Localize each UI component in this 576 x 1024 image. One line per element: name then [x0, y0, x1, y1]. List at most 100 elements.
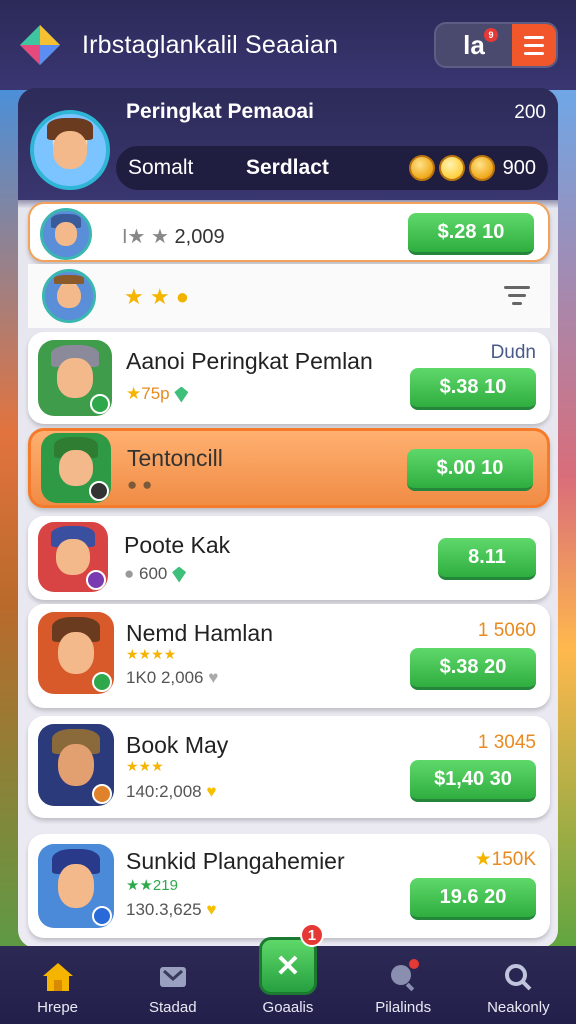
coin-icon: ●	[142, 475, 153, 494]
row-score: 130.3,625	[126, 900, 202, 919]
list-item[interactable]: ★ ★ ●	[28, 264, 550, 328]
coin-icon	[408, 155, 435, 181]
avatar-hair	[53, 274, 85, 284]
price-button[interactable]: $.28 10	[408, 213, 534, 255]
row-points: 1 5060	[477, 620, 536, 641]
row-stats: 140:2,008 ♥	[126, 782, 216, 802]
rank-badge-icon	[86, 570, 106, 590]
player-name: Nemd Hamlan	[126, 620, 273, 646]
leaderboard-panel: Peringkat Pemaoai 200 Somalt Serdlact 90…	[18, 88, 558, 948]
player-name: Sunkid Plangahemier	[126, 848, 345, 874]
row-avatar	[41, 433, 111, 503]
star-icon: ★	[149, 284, 170, 309]
player-avatar[interactable]	[30, 110, 110, 190]
rank-badge-icon	[89, 481, 109, 501]
nav-label: Goaalis	[262, 999, 314, 1016]
avatar-face	[57, 631, 95, 675]
row-avatar	[42, 269, 96, 323]
list-item[interactable]: Sunkid Plangahemier ★150K ★★219 130.3,62…	[28, 834, 550, 938]
coin-icon: ●	[175, 284, 190, 309]
avatar-face	[59, 449, 93, 487]
row-stats: I★ ★ 2,009	[122, 224, 225, 249]
player-name: Aanoi Peringkat Pemlan	[126, 348, 373, 374]
avatar-face	[57, 358, 93, 398]
menu-button[interactable]	[512, 24, 556, 66]
row-avatar	[40, 208, 92, 260]
heart-icon: ♥	[206, 900, 217, 919]
row-stars: ★★★	[126, 758, 164, 775]
row-points-value: 150K	[491, 849, 536, 870]
star-icon: ★	[126, 384, 142, 403]
app-logo-icon	[18, 23, 62, 67]
list-item[interactable]: Poote Kak ● 600 8.11	[28, 516, 550, 600]
nav-home[interactable]: Hrepe	[8, 959, 108, 1016]
list-item[interactable]: Book May 1 3045 ★★★ 140:2,008 ♥ $1,40 30	[28, 716, 550, 818]
filter-line	[512, 302, 522, 305]
player-name: Book May	[126, 732, 229, 758]
gem-icon	[172, 566, 187, 583]
coin-value: 900	[502, 156, 536, 179]
player-name: Tentoncill	[127, 445, 223, 471]
profile-button[interactable]: la 9	[436, 24, 512, 66]
nav-pilalinds[interactable]: Pilalinds	[353, 959, 453, 1016]
row-avatar	[38, 340, 112, 416]
row-score: 1K0 2,006	[126, 668, 204, 687]
filter-line	[508, 294, 526, 297]
trophy-icon	[155, 959, 191, 995]
player-name: Poote Kak	[124, 532, 231, 558]
avatar-face	[52, 131, 88, 169]
header-tab-strip: Somalt Serdlact 900	[116, 146, 548, 190]
price-button[interactable]: $.00 10	[407, 449, 533, 491]
leaderboard-count: 200	[514, 102, 546, 123]
row-score: 75p	[141, 384, 170, 403]
price-button[interactable]: $.38 10	[410, 368, 536, 410]
row-stars: ★★★★	[126, 646, 176, 663]
nav-neakonly[interactable]: Neakonly	[468, 959, 568, 1016]
tab-somalt[interactable]: Somalt	[128, 156, 246, 180]
row-stars-value: 219	[152, 877, 178, 894]
rank-badge-icon	[92, 906, 112, 926]
menu-line	[524, 35, 544, 39]
star-icon: ★	[124, 284, 144, 309]
row-avatar	[38, 844, 114, 928]
row-tag: Dudn	[490, 342, 536, 363]
price-button[interactable]: 19.6 20	[410, 878, 536, 920]
row-stars: ★ ★ ●	[124, 284, 189, 310]
tab-serdlact[interactable]: Serdlact	[246, 156, 409, 180]
row-score: 600	[139, 564, 168, 583]
rank-badge-icon	[90, 394, 110, 414]
avatar-face	[56, 538, 90, 576]
bottom-nav: Hrepe Stadad ✕ 1 Goaalis Pilalinds Neako…	[0, 923, 576, 1024]
row-score: 2,009	[174, 226, 225, 248]
avatar-face	[57, 864, 95, 908]
list-item[interactable]: Aanoi Peringkat Pemlan Dudn ★75p $.38 10	[28, 332, 550, 424]
row-stats: ● ●	[127, 475, 152, 495]
rank-badge-icon	[92, 784, 112, 804]
row-points: ★150K	[475, 848, 536, 871]
star-icon: I★ ★	[122, 226, 169, 248]
price-button[interactable]: 8.11	[438, 538, 536, 580]
row-stats: ● 600	[124, 564, 187, 584]
silver-coin-icon: ●	[124, 564, 135, 583]
top-bar: Irbstaglankalil Seaaian la 9	[0, 0, 576, 90]
star-icon: ★	[474, 849, 492, 870]
avatar-face	[54, 222, 78, 246]
list-item-highlighted[interactable]: Tentoncill ● ● $.00 10	[28, 428, 550, 508]
list-item[interactable]: I★ ★ 2,009 $.28 10	[28, 202, 550, 262]
star-icon: ★★★	[126, 758, 164, 774]
gem-icon	[174, 386, 189, 403]
nav-label: Pilalinds	[375, 999, 432, 1016]
nav-stadad[interactable]: Stadad	[123, 959, 223, 1016]
leaderboard-title: Peringkat Pemaoai	[126, 100, 314, 123]
notification-badge: 9	[484, 28, 498, 42]
price-button[interactable]: $1,40 30	[410, 760, 536, 802]
list-item[interactable]: Nemd Hamlan 1 5060 ★★★★ 1K0 2,006 ♥ $.38…	[28, 604, 550, 708]
row-avatar	[38, 724, 114, 806]
coin-icon	[468, 155, 495, 181]
price-button[interactable]: $.38 20	[410, 648, 536, 690]
rank-badge-icon	[92, 672, 112, 692]
nav-goals[interactable]: ✕ 1 Goaalis	[238, 923, 338, 1016]
filter-icon[interactable]	[504, 286, 530, 308]
home-icon	[40, 959, 76, 995]
row-points: 1 3045	[477, 732, 536, 753]
